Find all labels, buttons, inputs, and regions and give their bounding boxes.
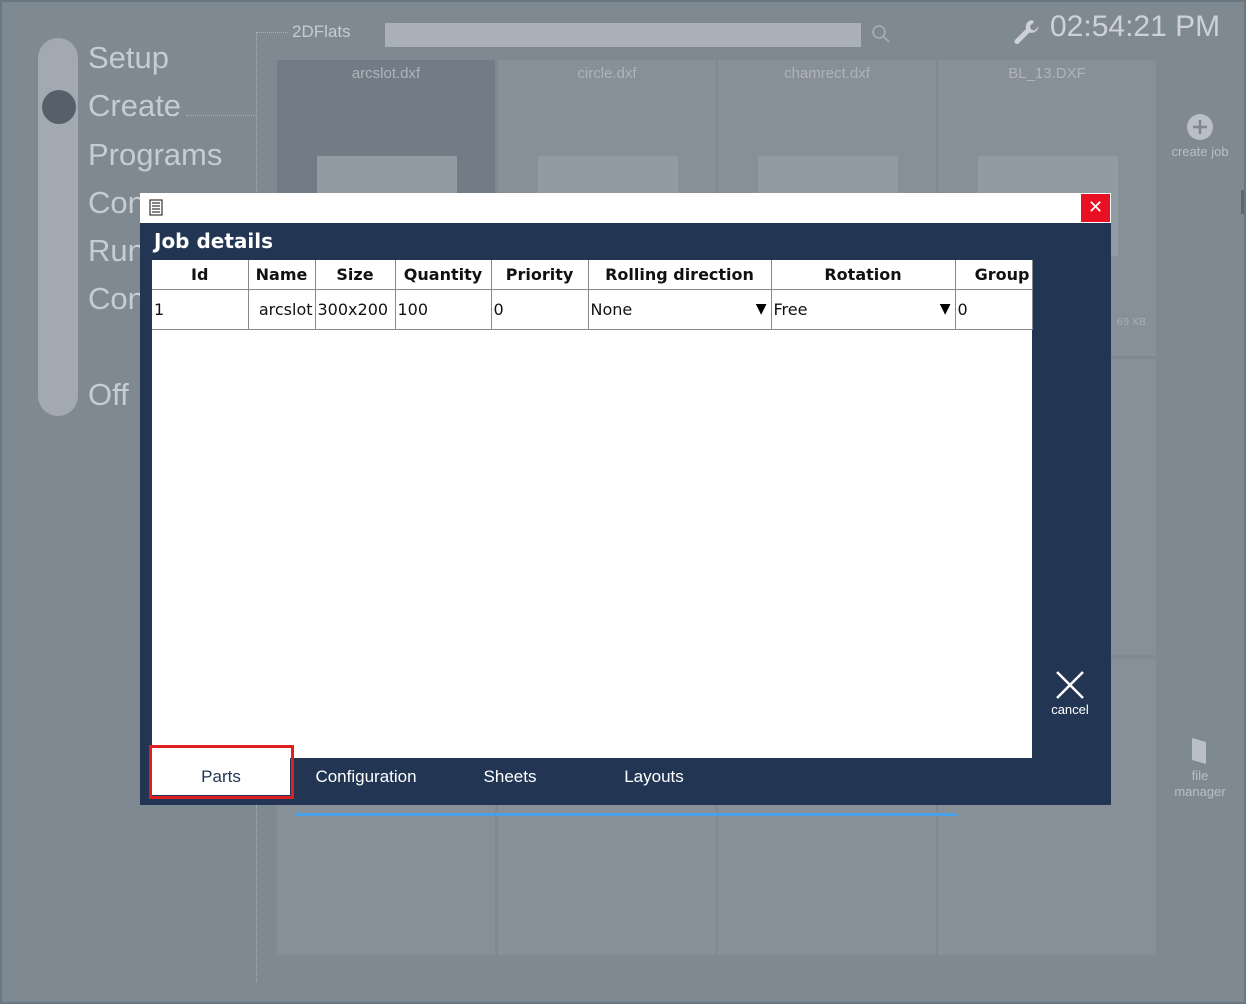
cancel-label: cancel bbox=[1051, 702, 1089, 717]
column-header-name[interactable]: Name bbox=[248, 260, 316, 290]
cell-name[interactable]: arcslot bbox=[248, 289, 316, 330]
close-x-icon bbox=[1056, 671, 1084, 699]
wrench-icon[interactable] bbox=[1010, 16, 1042, 48]
column-header-group[interactable]: Group bbox=[955, 260, 1033, 290]
file-manager-label-1: file bbox=[1191, 768, 1209, 783]
file-manager-label-2: manager bbox=[1174, 784, 1226, 799]
column-header-rolling-direction[interactable]: Rolling direction bbox=[588, 260, 772, 290]
parts-grid: Id Name Size Quantity Priority Rolling d… bbox=[152, 260, 1033, 816]
scrollbar[interactable] bbox=[1241, 190, 1244, 214]
cell-group[interactable]: 0 bbox=[955, 289, 1033, 330]
column-header-quantity[interactable]: Quantity bbox=[395, 260, 492, 290]
nav-item-control[interactable]: Con bbox=[88, 185, 145, 221]
tab-configuration[interactable]: Configuration bbox=[300, 758, 432, 795]
column-header-priority[interactable]: Priority bbox=[491, 260, 589, 290]
nav-item-create[interactable]: Create bbox=[88, 88, 181, 124]
file-tile-size: 69 KB bbox=[1116, 317, 1146, 328]
app-icon bbox=[149, 199, 163, 216]
table-row[interactable]: 1 arcslot 300x200 100 0 None ▼ Free ▼ 0 bbox=[152, 289, 1033, 330]
clock: 02:54:21 PM bbox=[1050, 10, 1221, 43]
folder-label[interactable]: 2DFlats bbox=[292, 22, 351, 42]
dialog-titlebar: ✕ bbox=[140, 193, 1111, 223]
dialog-title: Job details bbox=[154, 229, 274, 253]
tab-layouts[interactable]: Layouts bbox=[604, 758, 704, 795]
file-tile-name: chamrect.dxf bbox=[784, 65, 870, 82]
folder-connector bbox=[256, 32, 288, 33]
column-header-rotation[interactable]: Rotation bbox=[771, 260, 956, 290]
tab-highlight bbox=[149, 745, 294, 799]
cell-priority[interactable]: 0 bbox=[491, 289, 589, 330]
cell-id[interactable]: 1 bbox=[152, 289, 249, 330]
close-button[interactable]: ✕ bbox=[1081, 194, 1110, 222]
search-input[interactable] bbox=[385, 23, 861, 47]
nav-item-programs[interactable]: Programs bbox=[88, 137, 222, 173]
rotation-dropdown[interactable]: Free ▼ bbox=[771, 289, 956, 330]
job-details-dialog: ✕ Job details Id Name Size Quantity Prio… bbox=[140, 193, 1111, 816]
cell-quantity[interactable]: 100 bbox=[395, 289, 492, 330]
rolling-direction-dropdown[interactable]: None ▼ bbox=[588, 289, 772, 330]
column-header-id[interactable]: Id bbox=[152, 260, 249, 290]
nav-selected-indicator bbox=[42, 90, 76, 124]
file-tile-name: circle.dxf bbox=[577, 65, 637, 82]
column-header-size[interactable]: Size bbox=[315, 260, 396, 290]
create-job-label: create job bbox=[1171, 144, 1229, 159]
parts-table: Id Name Size Quantity Priority Rolling d… bbox=[152, 260, 1033, 330]
horizontal-scrollbar[interactable] bbox=[295, 813, 958, 816]
file-tile-name: BL_13.DXF bbox=[1008, 65, 1086, 82]
nav-item-configure[interactable]: Con bbox=[88, 281, 145, 317]
rolling-direction-value: None bbox=[590, 299, 633, 319]
search-icon[interactable] bbox=[870, 23, 892, 45]
create-job-button[interactable]: create job bbox=[1168, 112, 1232, 160]
nav-item-off[interactable]: Off bbox=[88, 377, 129, 413]
cell-size[interactable]: 300x200 bbox=[315, 289, 396, 330]
cancel-button[interactable]: cancel bbox=[1045, 668, 1095, 717]
nav-item-run[interactable]: Run bbox=[88, 233, 145, 269]
dropdown-arrow-icon[interactable]: ▼ bbox=[756, 301, 767, 317]
nav-connector bbox=[186, 115, 256, 116]
rotation-value: Free bbox=[773, 299, 808, 319]
door-icon bbox=[1192, 738, 1206, 764]
table-header-row: Id Name Size Quantity Priority Rolling d… bbox=[152, 260, 1033, 290]
file-tile-name: arcslot.dxf bbox=[351, 65, 421, 82]
nav-item-setup[interactable]: Setup bbox=[88, 40, 169, 76]
tab-sheets[interactable]: Sheets bbox=[460, 758, 560, 795]
plus-circle-icon bbox=[1187, 114, 1213, 140]
dropdown-arrow-icon[interactable]: ▼ bbox=[940, 301, 951, 317]
file-manager-button[interactable]: file manager bbox=[1168, 736, 1232, 800]
